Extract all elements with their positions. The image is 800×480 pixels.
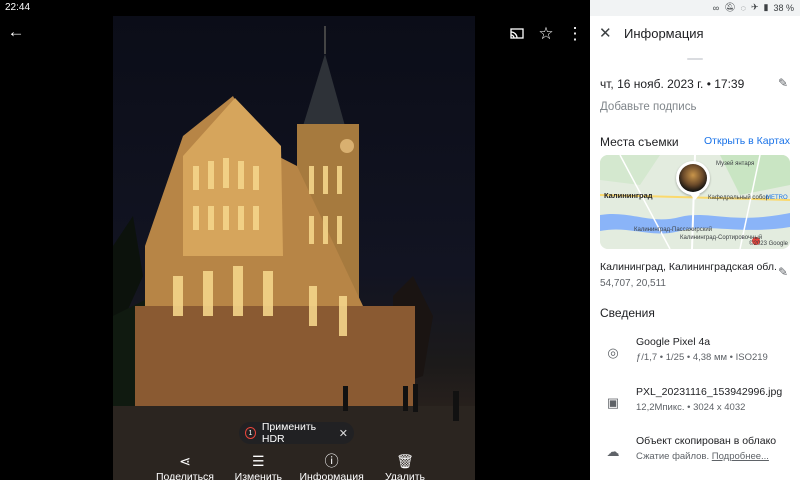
delete-icon: 🗑︎	[396, 453, 414, 469]
camera-model: Google Pixel 4a	[636, 336, 711, 348]
cast-icon-svg	[510, 28, 524, 39]
battery-level: 38 %	[773, 2, 794, 13]
cloud-row: ☁ Объект скопирован в облако Сжатие файл…	[590, 435, 800, 475]
info-button[interactable]: ⓘ Информация	[297, 452, 367, 480]
map-label: Кафедральный собор	[708, 195, 769, 201]
aperture-icon: ◎	[607, 345, 619, 360]
cast-icon[interactable]	[505, 22, 529, 46]
delete-label: Удалить	[384, 471, 426, 480]
file-row: ▣ PXL_20231116_153942996.jpg 12,2Мпикс. …	[590, 386, 800, 426]
learn-more-link[interactable]: Подробнее...	[712, 451, 769, 462]
info-panel: ✕ Информация чт, 16 нояб. 2023 г. • 17:3…	[590, 16, 800, 480]
map-label: METRO	[766, 195, 788, 201]
star-icon[interactable]: ☆	[534, 22, 558, 46]
status-bar: 22:44	[0, 0, 590, 16]
coordinates: 54,707, 20,511	[600, 278, 666, 289]
mute-icon: 🔕︎	[724, 2, 736, 12]
delete-button[interactable]: 🗑︎ Удалить	[370, 452, 440, 480]
edit-location-icon[interactable]: ✎	[778, 265, 788, 279]
more-vert-icon[interactable]: ⋮	[563, 22, 587, 46]
cloud-done-icon: ☁	[606, 444, 620, 459]
places-header: Места съемки	[600, 135, 679, 149]
camera-specs: ƒ/1,7 • 1/25 • 4,38 мм • ISO219	[636, 352, 768, 363]
hdr-label: Применить HDR	[261, 421, 317, 445]
file-name: PXL_20231116_153942996.jpg	[636, 386, 783, 398]
image-icon: ▣	[606, 395, 620, 410]
place-name: Калининград, Калининградская обл.	[600, 261, 777, 273]
photo[interactable]	[113, 16, 475, 480]
photo-date: чт, 16 нояб. 2023 г. • 17:39	[600, 77, 745, 91]
open-maps-link[interactable]: Открыть в Картах	[704, 135, 790, 147]
photo-pin	[676, 161, 710, 195]
cathedral-photo	[113, 26, 475, 480]
edit-label: Изменить	[234, 471, 283, 480]
map-label: Музей янтаря	[716, 161, 755, 167]
camera-row: ◎ Google Pixel 4a ƒ/1,7 • 1/25 • 4,38 мм…	[590, 336, 800, 376]
cloud-status: Объект скопирован в облако	[636, 435, 777, 447]
clock: 22:44	[5, 2, 31, 13]
share-button[interactable]: ⋖ Поделиться	[150, 452, 220, 480]
file-specs: 12,2Мпикс. • 3024 x 4032	[636, 402, 746, 413]
map-preview[interactable]: Музей янтаря Кафедральный собор METRO Ка…	[600, 155, 790, 249]
map-copyright: ©2023 Google	[749, 241, 788, 247]
action-bar: ⋖ Поделиться ☰ Изменить ⓘ Информация 🗑︎ …	[150, 452, 440, 480]
panel-title: Информация	[624, 26, 704, 41]
link-icon: ∞	[712, 2, 720, 13]
share-icon: ⋖	[179, 453, 191, 469]
status-bar-right: ∞ 🔕︎ ◌ ✈︎ ▮ 38 %	[590, 0, 800, 16]
close-icon[interactable]: ✕	[339, 427, 348, 440]
airplane-icon: ✈︎	[750, 2, 759, 12]
edit-date-icon[interactable]: ✎	[778, 76, 788, 90]
pin-tail	[690, 194, 700, 200]
info-label: Информация	[299, 471, 364, 480]
cloud-subtitle: Сжатие файлов. Подробнее...	[636, 451, 769, 462]
close-icon[interactable]: ✕	[599, 24, 612, 42]
apply-hdr-chip[interactable]: 1 Применить HDR ✕	[239, 421, 354, 445]
photo-viewer: ← ☆ ⋮ 1 Применить HDR ✕ ⋖ Поделиться ☰ И…	[0, 16, 590, 480]
map-city: Калининград	[604, 191, 653, 200]
edit-button[interactable]: ☰ Изменить	[223, 452, 293, 480]
caption-input[interactable]: Добавьте подпись	[600, 101, 696, 113]
hdr-icon: 1	[245, 427, 256, 439]
pin-thumbnail	[679, 164, 707, 192]
back-arrow-icon[interactable]: ←	[4, 20, 28, 44]
share-label: Поделиться	[156, 471, 214, 480]
details-header: Сведения	[600, 306, 655, 320]
tune-icon: ☰	[252, 453, 265, 469]
wifi-off-icon: ◌	[740, 2, 746, 13]
compression-text: Сжатие файлов.	[636, 451, 710, 462]
info-icon: ⓘ	[324, 453, 339, 469]
drag-handle[interactable]	[687, 58, 703, 60]
battery-icon: ▮	[763, 2, 769, 12]
system-icons: ∞ 🔕︎ ◌ ✈︎ ▮ 38 %	[713, 2, 794, 13]
map-label: Калининград-Пассажирский	[634, 227, 713, 233]
